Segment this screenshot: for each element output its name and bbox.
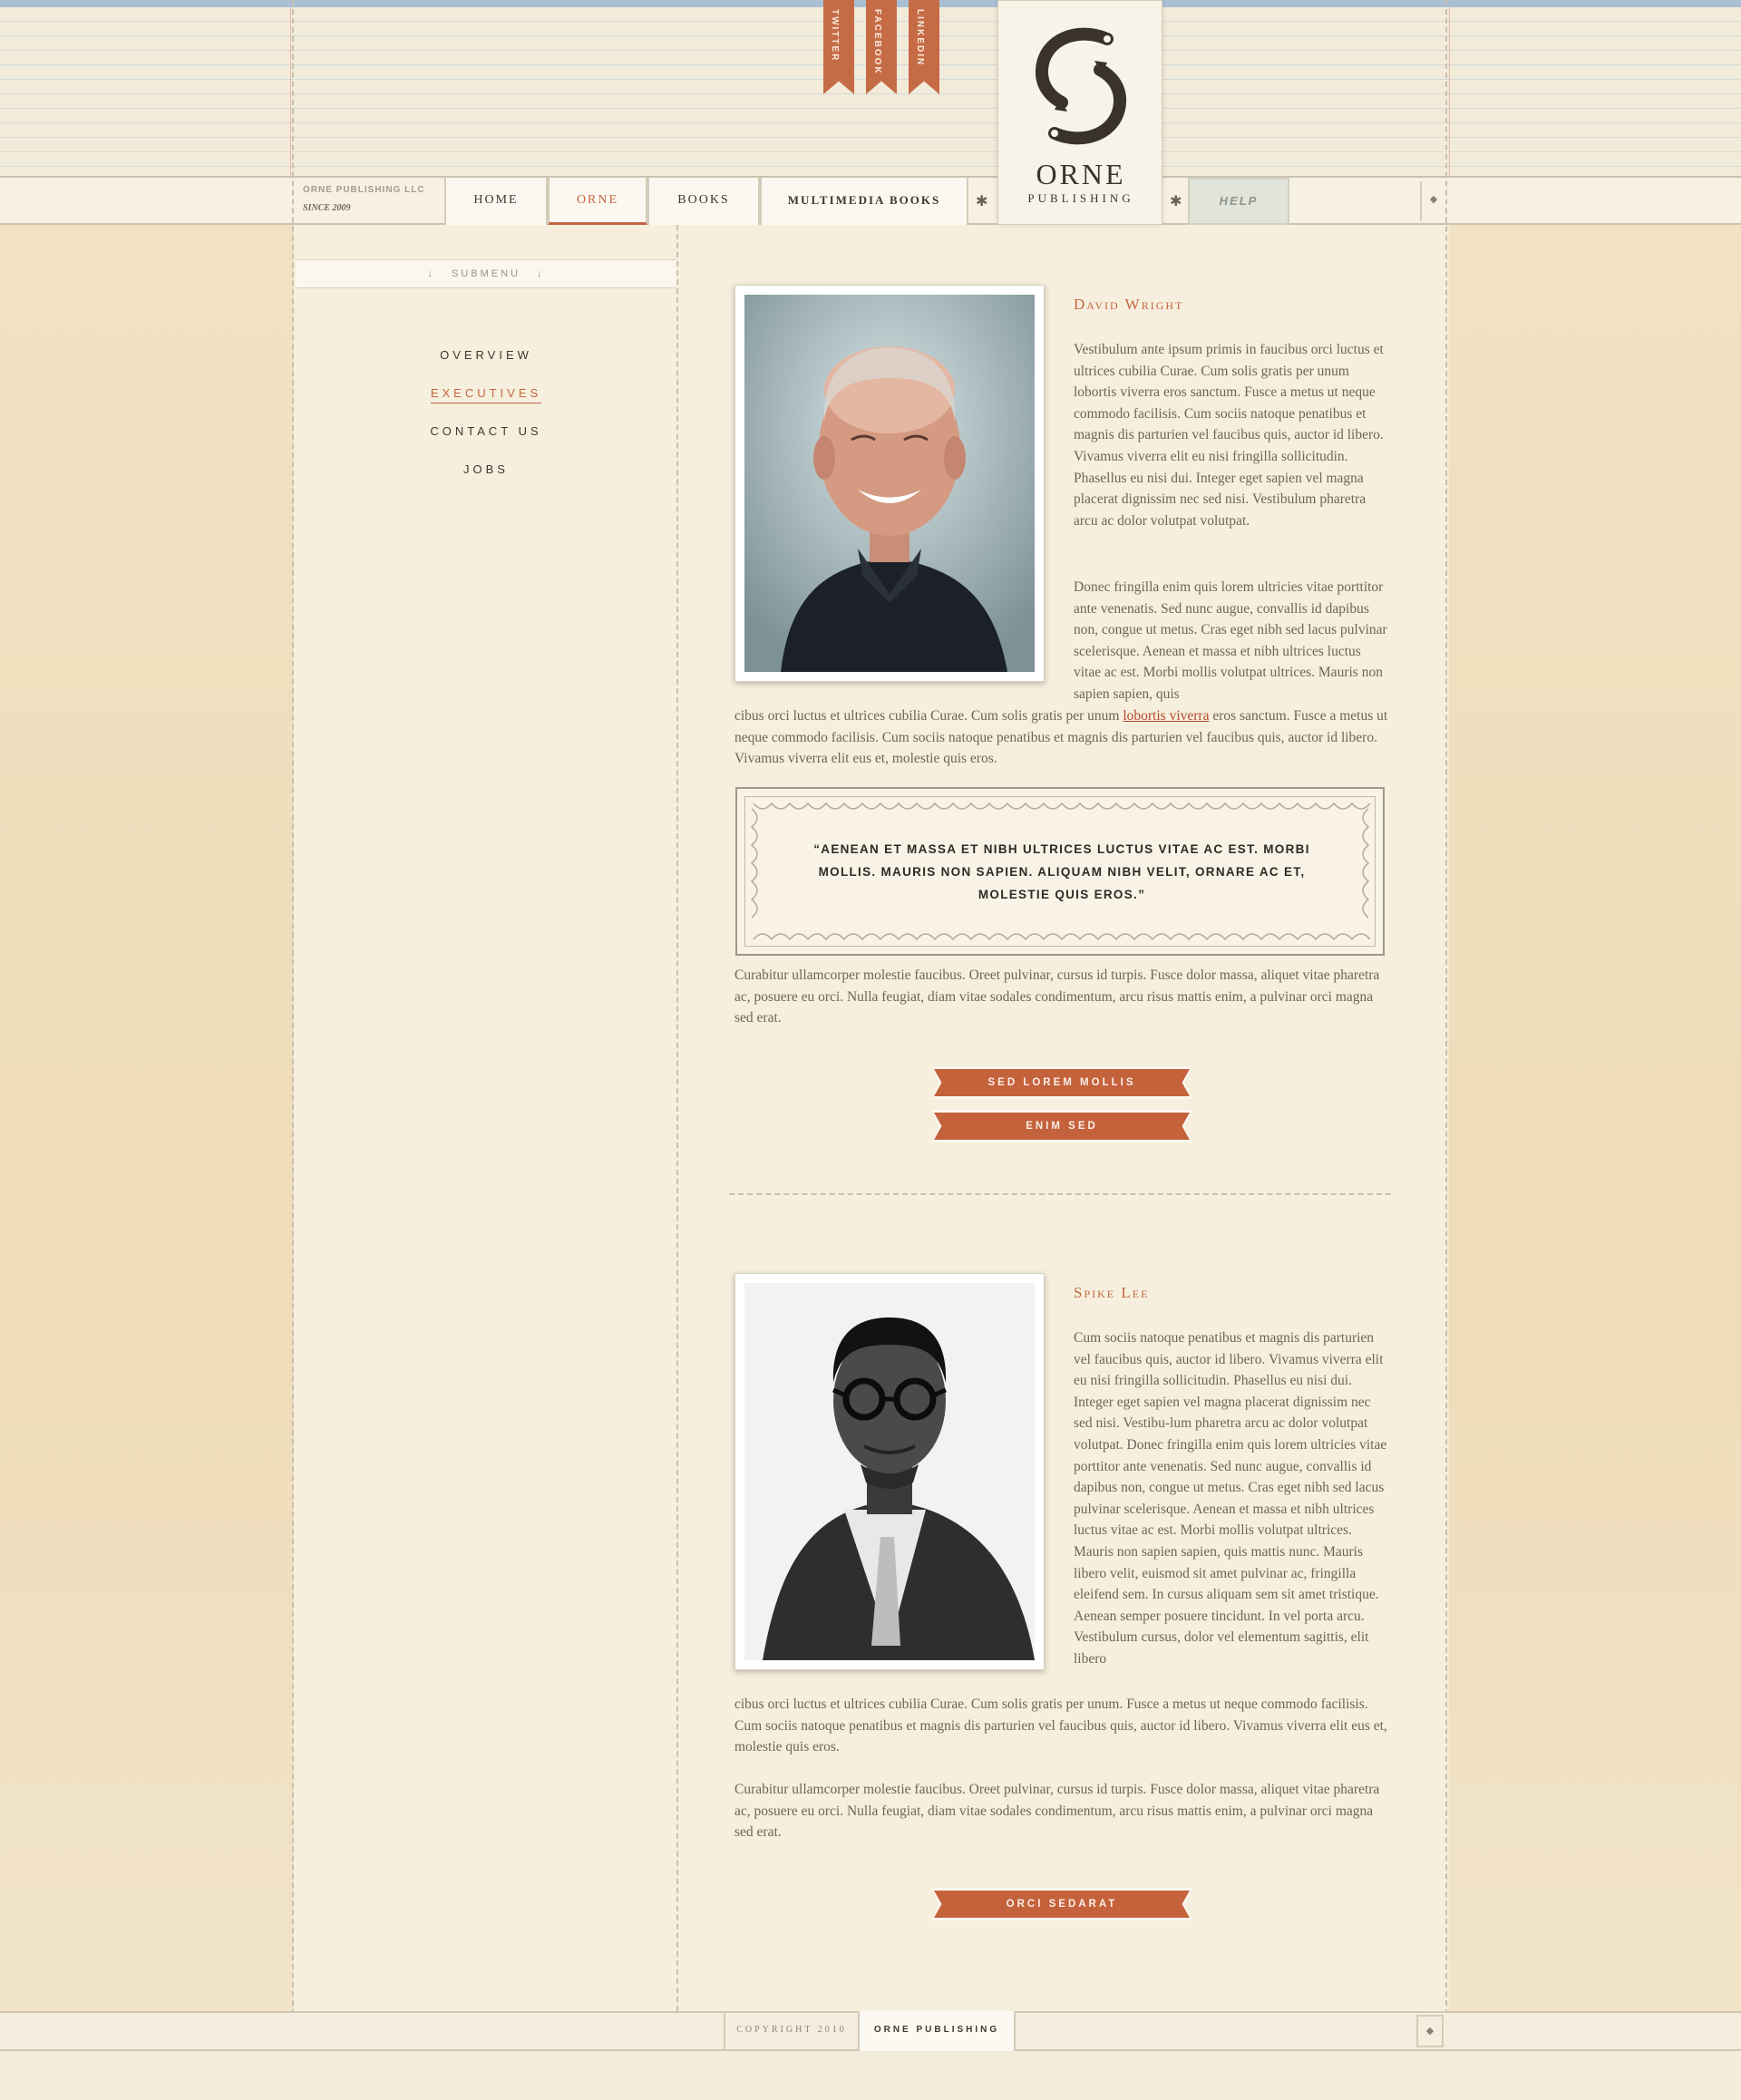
executive-bio-paragraph: cibus orci luctus et ultrices cubilia Cu… [734, 705, 1391, 770]
fish-emblem-icon [1035, 27, 1127, 145]
executive-bio-paragraph: Curabitur ullamcorper molestie faucibus.… [734, 1782, 1380, 1841]
submenu-item-jobs[interactable]: JOBS [296, 462, 676, 476]
inline-link[interactable]: lobortis viverra [1123, 708, 1209, 724]
executive-bio-paragraph: Vestibulum ante ipsum primis in faucibus… [1074, 342, 1384, 529]
nav-orne[interactable]: ORNE [548, 178, 647, 225]
arrow-down-icon: ↓ [427, 268, 435, 279]
star-separator-icon: ✱ [1170, 192, 1182, 209]
submenu-label: OVERVIEW [440, 348, 532, 362]
submenu-item-executives[interactable]: EXECUTIVES [296, 386, 676, 403]
copyright-text: COPYRIGHT 2010 [724, 2011, 860, 2051]
logo-subtitle: PUBLISHING [1027, 191, 1134, 205]
nav-books[interactable]: BOOKS [647, 178, 760, 225]
submenu-label: JOBS [463, 462, 509, 476]
executive-bio-paragraph: Donec fringilla enim quis lorem ultricie… [1074, 579, 1387, 702]
company-label: ORNE PUBLISHING LLC SINCE 2009 [294, 178, 444, 223]
sed-lorem-mollis-button[interactable]: SED LOREM MOLLIS [934, 1069, 1190, 1096]
button-frame: ORCI SEDARAT [931, 1888, 1192, 1920]
submenu-label: CONTACT US [430, 424, 542, 438]
since-label: SINCE 2009 [303, 203, 351, 213]
sidebar-divider [676, 225, 678, 2011]
ribbon-label: LINKEDIN [915, 9, 925, 67]
executive-photo [734, 285, 1045, 682]
pull-quote: “Aenean et massa et nibh ultrices luctus… [735, 787, 1385, 956]
portrait-image [744, 295, 1035, 672]
nav-home[interactable]: HOME [444, 178, 548, 225]
submenu-item-contact-us[interactable]: CONTACT US [296, 424, 676, 438]
left-background [0, 225, 294, 2013]
orci-sedarat-button[interactable]: ORCI SEDARAT [934, 1891, 1190, 1918]
company-name: ORNE PUBLISHING LLC [303, 185, 425, 195]
diamond-icon: ◆ [1416, 2015, 1444, 2047]
executive-name: Spike Lee [1074, 1284, 1150, 1301]
section-divider [729, 1193, 1391, 1195]
diamond-icon: ◆ [1420, 181, 1445, 221]
submenu-label: EXECUTIVES [430, 386, 542, 403]
ribbon-label: FACEBOOK [872, 9, 882, 75]
submenu-title: SUBMENU [451, 268, 520, 279]
ribbon-label: TWITTER [830, 9, 840, 63]
executive-photo [734, 1273, 1045, 1670]
executive-bio-paragraph: Cum sociis natoque penatibus et magnis d… [1074, 1330, 1387, 1667]
enim-sed-button[interactable]: ENIM SED [934, 1113, 1190, 1140]
footer-brand[interactable]: ORNE PUBLISHING [860, 2011, 1016, 2051]
submenu-item-overview[interactable]: OVERVIEW [296, 348, 676, 362]
facebook-link[interactable]: FACEBOOK [866, 0, 897, 94]
right-background [1449, 225, 1741, 2013]
button-frame: ENIM SED [931, 1110, 1192, 1142]
star-separator-icon: ✱ [976, 192, 988, 209]
executive-bio-paragraph: cibus orci luctus et ultrices cubilia Cu… [734, 1697, 1387, 1755]
quote-text: “Aenean et massa et nibh ultrices luctus… [813, 842, 1310, 901]
bottom-band [0, 2051, 1741, 2100]
executive-bio-paragraph: Curabitur ullamcorper molestie faucibus.… [734, 967, 1380, 1026]
submenu-header: ↓ SUBMENU ↓ [296, 259, 676, 288]
logo-name: ORNE [1036, 158, 1126, 190]
arrow-down-icon: ↓ [537, 268, 545, 279]
linkedin-link[interactable]: LINKEDIN [909, 0, 939, 94]
twitter-link[interactable]: TWITTER [823, 0, 854, 94]
left-border-line [292, 0, 294, 2051]
right-border-line [1445, 0, 1447, 2051]
button-frame: SED LOREM MOLLIS [931, 1066, 1192, 1099]
logo[interactable]: ORNE PUBLISHING [997, 0, 1162, 225]
portrait-image [744, 1283, 1035, 1660]
executive-name: David Wright [1074, 296, 1184, 313]
bio-text: cibus orci luctus et ultrices cubilia Cu… [734, 708, 1123, 724]
help-button[interactable]: HELP [1188, 178, 1289, 225]
nav-multimedia-books[interactable]: MULTIMEDIA BOOKS [760, 178, 968, 225]
